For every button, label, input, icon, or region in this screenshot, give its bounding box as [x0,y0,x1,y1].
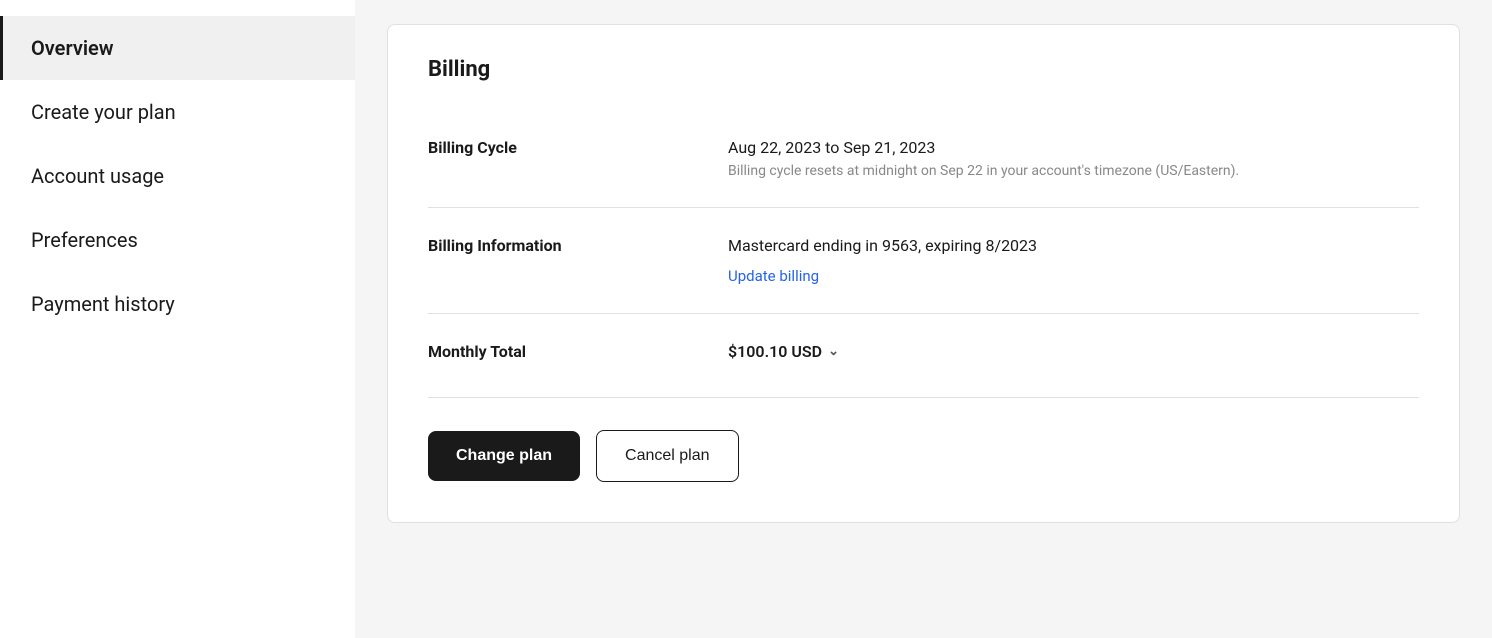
sidebar-item-label: Payment history [31,292,175,316]
billing-cycle-row: Billing Cycle Aug 22, 2023 to Sep 21, 20… [428,110,1419,207]
change-plan-button[interactable]: Change plan [428,431,580,481]
billing-title: Billing [428,57,1419,82]
billing-information-value: Mastercard ending in 9563, expiring 8/20… [728,236,1419,285]
billing-information-label: Billing Information [428,236,728,255]
billing-information-row: Billing Information Mastercard ending in… [428,207,1419,313]
monthly-total-amount-text: $100.10 USD [728,342,822,361]
monthly-total-label: Monthly Total [428,342,728,361]
sidebar-item-preferences[interactable]: Preferences [0,208,355,272]
sidebar-item-label: Account usage [31,164,164,188]
billing-actions: Change plan Cancel plan [428,397,1419,482]
billing-cycle-value: Aug 22, 2023 to Sep 21, 2023 Billing cyc… [728,138,1419,179]
sidebar-item-label: Preferences [31,228,138,252]
chevron-down-icon: ⌄ [828,344,839,359]
sidebar-item-overview[interactable]: Overview [0,16,355,80]
billing-card-info: Mastercard ending in 9563, expiring 8/20… [728,236,1419,255]
monthly-total-value-container: $100.10 USD ⌄ [728,342,1419,361]
sidebar-item-label: Overview [31,36,114,60]
billing-cycle-note: Billing cycle resets at midnight on Sep … [728,163,1419,179]
billing-cycle-label: Billing Cycle [428,138,728,157]
sidebar: Overview Create your plan Account usage … [0,0,355,638]
sidebar-item-create-your-plan[interactable]: Create your plan [0,80,355,144]
sidebar-item-account-usage[interactable]: Account usage [0,144,355,208]
monthly-total-row: Monthly Total $100.10 USD ⌄ [428,313,1419,389]
billing-card: Billing Billing Cycle Aug 22, 2023 to Se… [387,24,1460,523]
sidebar-item-label: Create your plan [31,100,176,124]
billing-cycle-dates: Aug 22, 2023 to Sep 21, 2023 [728,138,1419,157]
main-content: Billing Billing Cycle Aug 22, 2023 to Se… [355,0,1492,638]
cancel-plan-button[interactable]: Cancel plan [596,430,739,482]
update-billing-link[interactable]: Update billing [728,267,819,285]
monthly-total-amount[interactable]: $100.10 USD ⌄ [728,342,1419,361]
sidebar-item-payment-history[interactable]: Payment history [0,272,355,336]
